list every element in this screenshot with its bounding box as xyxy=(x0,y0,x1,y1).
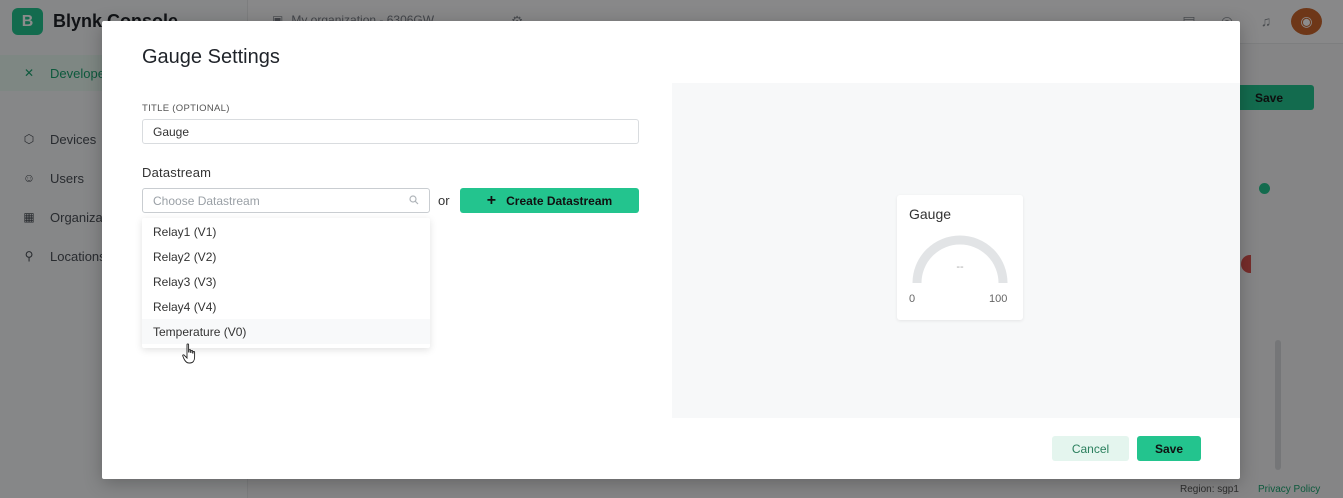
create-datastream-button[interactable]: + Create Datastream xyxy=(460,188,639,213)
gauge-settings-dialog: Gauge Settings Gauge -- 0 100 TITLE (OPT… xyxy=(102,21,1240,479)
plus-icon: + xyxy=(486,191,497,209)
cancel-button[interactable]: Cancel xyxy=(1052,436,1129,461)
gauge-max-label: 100 xyxy=(989,293,1008,305)
save-button[interactable]: Save xyxy=(1137,436,1201,461)
gauge-min-label: 0 xyxy=(909,293,916,305)
or-label: or xyxy=(438,193,450,208)
datastream-option-relay3[interactable]: Relay3 (V3) xyxy=(142,269,430,294)
datastream-option-relay2[interactable]: Relay2 (V2) xyxy=(142,244,430,269)
widget-preview-panel: Gauge -- 0 100 xyxy=(672,83,1240,418)
datastream-option-relay1[interactable]: Relay1 (V1) xyxy=(142,219,430,244)
gauge-widget-preview: Gauge -- 0 100 xyxy=(897,195,1023,320)
search-icon xyxy=(409,195,419,205)
gauge-value: -- xyxy=(956,261,964,273)
datastream-search-input[interactable] xyxy=(143,189,401,212)
datastream-select[interactable] xyxy=(142,188,430,213)
datastream-option-temperature[interactable]: Temperature (V0) xyxy=(142,319,430,344)
create-datastream-label: Create Datastream xyxy=(506,193,613,208)
gauge-title: Gauge xyxy=(909,206,952,222)
title-input[interactable] xyxy=(142,119,639,144)
hand-cursor-icon xyxy=(182,343,196,364)
datastream-option-relay4[interactable]: Relay4 (V4) xyxy=(142,294,430,319)
dialog-title: Gauge Settings xyxy=(142,46,280,68)
datastream-dropdown: Relay1 (V1) Relay2 (V2) Relay3 (V3) Rela… xyxy=(142,218,430,348)
title-field-label: TITLE (OPTIONAL) xyxy=(142,103,230,114)
gauge-arc xyxy=(912,235,1008,284)
datastream-label: Datastream xyxy=(142,165,212,180)
